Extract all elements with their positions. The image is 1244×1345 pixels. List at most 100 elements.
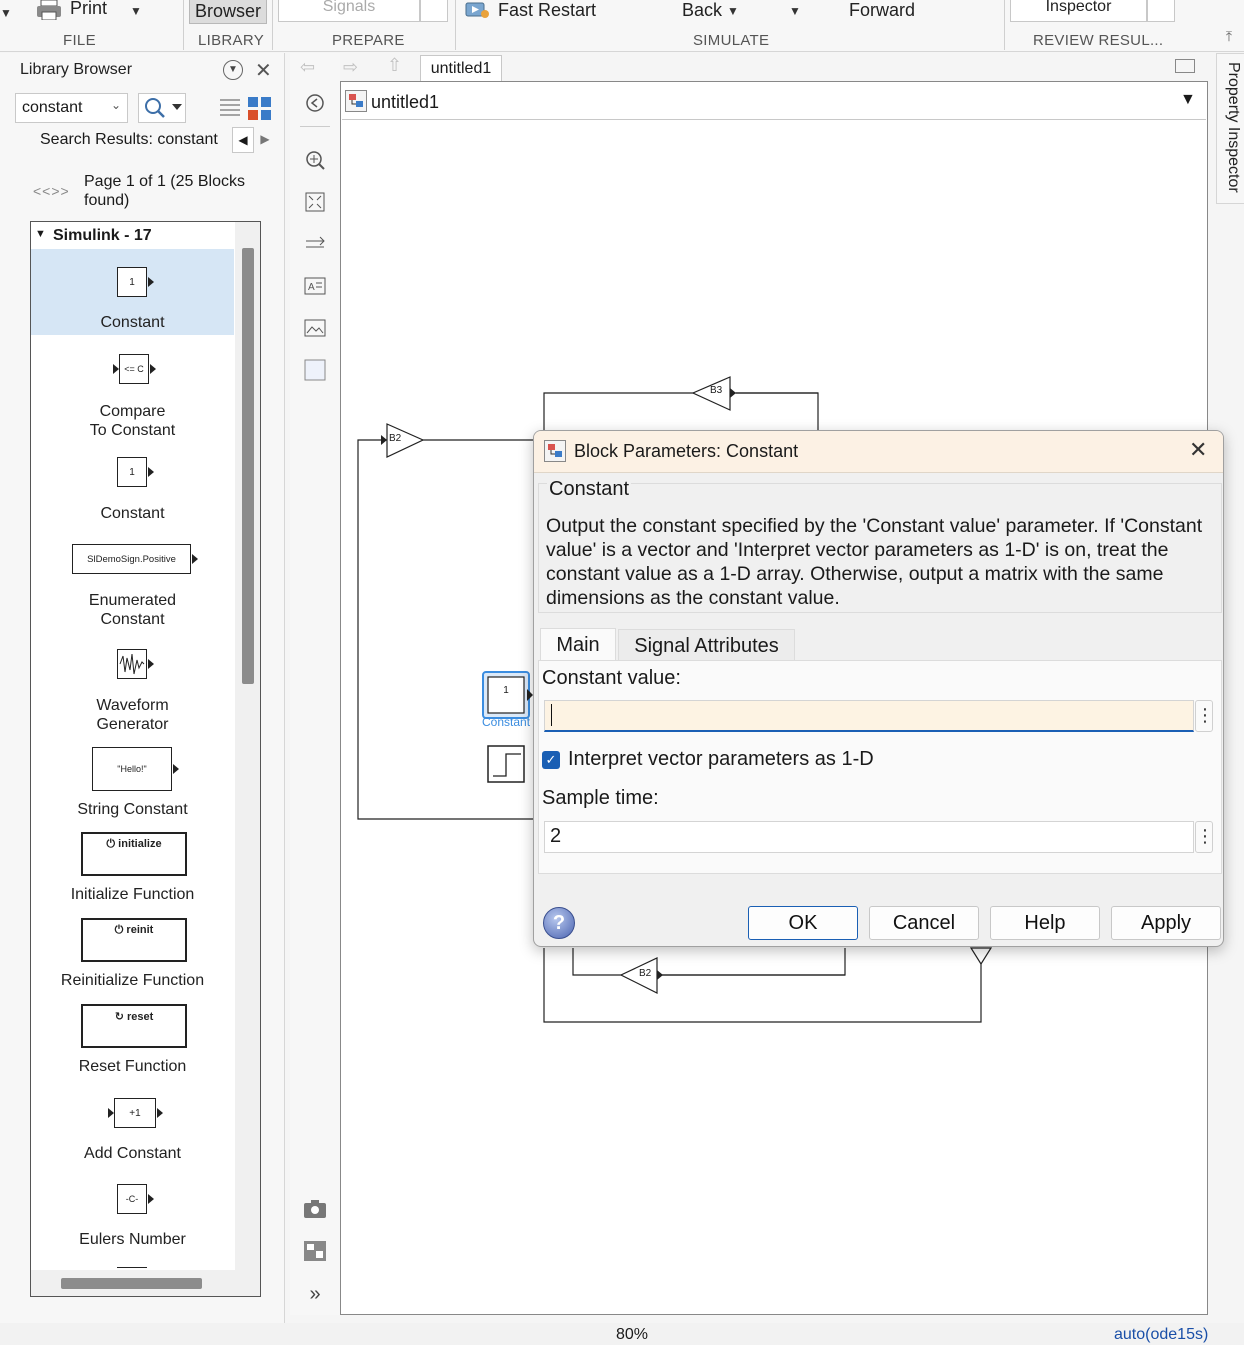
- library-block-label: Reinitialize Function: [60, 972, 205, 989]
- library-block-compare-to-constant[interactable]: <= C Compare To Constant: [31, 342, 234, 439]
- library-block-reinitialize-function[interactable]: ⏻ reinit Reinitialize Function: [31, 918, 234, 994]
- library-block-string-constant[interactable]: "Hello!" String Constant: [31, 747, 234, 822]
- fit-to-view-icon[interactable]: [303, 191, 327, 213]
- route-lines-icon[interactable]: [303, 233, 327, 255]
- initialize-block-icon: ⏻ initialize: [81, 832, 187, 876]
- nav-up-icon[interactable]: ⇧: [387, 55, 402, 76]
- group-label: Simulink - 17: [53, 227, 152, 244]
- inspector-dropdown[interactable]: [1147, 0, 1175, 22]
- interpret-vector-label: Interpret vector parameters as 1-D: [568, 748, 874, 770]
- nav-back-icon[interactable]: ⇦: [300, 57, 315, 78]
- divider: [300, 126, 330, 127]
- search-text: constant: [22, 99, 83, 116]
- screenshot-icon[interactable]: [303, 1198, 327, 1220]
- hide-browser-icon[interactable]: [303, 92, 327, 114]
- address-bar[interactable]: untitled1 ▼: [342, 85, 1206, 120]
- library-block-add-constant[interactable]: +1 Add Constant: [31, 1097, 234, 1169]
- help-icon[interactable]: ?: [543, 907, 575, 939]
- block-label-b3[interactable]: B3: [710, 385, 722, 396]
- tab-main[interactable]: Main: [540, 628, 616, 662]
- print-dropdown-icon[interactable]: ▼: [130, 4, 142, 18]
- tab-signal-attributes[interactable]: Signal Attributes: [618, 629, 795, 661]
- help-button[interactable]: Help: [990, 906, 1100, 940]
- inspector-button[interactable]: Inspector: [1010, 0, 1147, 22]
- property-inspector-tab[interactable]: Property Inspector: [1216, 53, 1244, 204]
- library-block-initialize-function[interactable]: ⏻ initialize Initialize Function: [31, 832, 234, 908]
- expand-icon[interactable]: ▼: [35, 228, 46, 240]
- address-text: untitled1: [371, 92, 440, 112]
- zoom-level[interactable]: 80%: [616, 1326, 648, 1344]
- constant-value-options-button[interactable]: ⋮: [1195, 700, 1214, 732]
- cancel-button[interactable]: Cancel: [869, 906, 979, 940]
- solver-link[interactable]: auto(ode15s): [1114, 1326, 1208, 1344]
- back-button[interactable]: Back: [682, 0, 722, 21]
- library-block-constant[interactable]: 1 Constant: [31, 452, 234, 524]
- close-icon[interactable]: ✕: [1189, 437, 1207, 463]
- output-port-icon: [148, 659, 154, 669]
- block-label-b2-bottom[interactable]: B2: [639, 968, 651, 979]
- output-port-icon: [148, 1194, 154, 1204]
- library-block-reset-function[interactable]: ↻ reset Reset Function: [31, 1004, 234, 1080]
- fast-restart-button[interactable]: Fast Restart: [498, 0, 596, 21]
- apply-button[interactable]: Apply: [1111, 906, 1221, 940]
- area-icon[interactable]: [303, 359, 327, 381]
- constant-value-input[interactable]: [544, 700, 1194, 732]
- signals-field[interactable]: Signals: [278, 0, 420, 22]
- annotation-icon[interactable]: A: [303, 275, 327, 297]
- print-button[interactable]: Print: [70, 0, 107, 19]
- divider: [1004, 0, 1005, 50]
- output-port-icon: [148, 467, 154, 477]
- sample-time-input[interactable]: 2: [544, 821, 1194, 853]
- constant-block-value[interactable]: 1: [488, 685, 524, 696]
- page-nav[interactable]: <<>>: [33, 183, 70, 199]
- output-port-icon: [150, 364, 156, 374]
- divider: [272, 0, 273, 50]
- chevron-down-icon[interactable]: ⌄: [111, 98, 121, 112]
- search-button[interactable]: [138, 93, 186, 123]
- h-scrollbar-thumb[interactable]: [61, 1278, 202, 1289]
- keyboard-icon[interactable]: [1175, 59, 1195, 73]
- block-label-b2-left[interactable]: B2: [389, 433, 401, 444]
- forward-button[interactable]: Forward: [849, 0, 915, 21]
- image-icon[interactable]: [303, 317, 327, 339]
- collapse-toolstrip-icon[interactable]: ⤒: [1220, 28, 1238, 46]
- interpret-vector-checkbox[interactable]: ✓: [542, 751, 560, 769]
- block-type-heading: Constant: [547, 478, 632, 501]
- results-next-button[interactable]: ▶: [256, 127, 274, 153]
- fast-restart-icon: [464, 0, 490, 20]
- output-port-icon: [157, 1108, 163, 1118]
- list-view-icon[interactable]: [217, 95, 243, 121]
- results-prev-button[interactable]: ◀: [232, 127, 254, 153]
- next-block-edge: [117, 1267, 147, 1270]
- sample-time-options-button[interactable]: ⋮: [1195, 821, 1214, 853]
- signals-dropdown[interactable]: [420, 0, 448, 22]
- add-constant-icon: +1: [114, 1098, 156, 1128]
- back-dropdown-icon[interactable]: ▼: [727, 4, 739, 18]
- scrollbar-thumb[interactable]: [242, 248, 254, 684]
- dialog-titlebar[interactable]: Block Parameters: Constant ✕: [534, 431, 1223, 473]
- constant-block-name[interactable]: Constant: [482, 715, 530, 729]
- library-block-eulers-number[interactable]: -C- Eulers Number: [31, 1183, 234, 1255]
- divider: [183, 0, 184, 50]
- library-browser-button[interactable]: Browser: [189, 0, 267, 24]
- library-block-enumerated-constant[interactable]: SlDemoSign.Positive Enumerated Constant: [31, 542, 234, 632]
- library-search-input[interactable]: constant ⌄: [15, 93, 128, 123]
- expand-toolbar-icon[interactable]: »: [303, 1283, 327, 1305]
- library-block-label: Compare To Constant: [89, 403, 176, 439]
- caret-icon[interactable]: ▼: [0, 4, 12, 22]
- close-icon[interactable]: ✕: [255, 58, 272, 83]
- status-bar: 80% auto(ode15s): [0, 1323, 1244, 1345]
- power-icon: ⏻: [106, 838, 119, 850]
- address-dropdown-icon[interactable]: ▼: [1180, 91, 1196, 109]
- grid-view-icon[interactable]: [246, 95, 274, 123]
- library-block-constant-selected[interactable]: 1 Constant: [31, 249, 234, 335]
- zoom-in-icon[interactable]: [303, 149, 327, 171]
- ok-button[interactable]: OK: [748, 906, 858, 940]
- step-dropdown-icon[interactable]: ▼: [789, 4, 801, 18]
- group-header[interactable]: ▼ Simulink - 17: [31, 222, 234, 248]
- panel-menu-icon[interactable]: ▼: [223, 60, 243, 80]
- model-browser-icon[interactable]: [303, 1240, 327, 1262]
- library-block-waveform-generator[interactable]: Waveform Generator: [31, 647, 234, 737]
- nav-forward-icon[interactable]: ⇨: [343, 57, 358, 78]
- tab-untitled1[interactable]: untitled1: [420, 55, 502, 82]
